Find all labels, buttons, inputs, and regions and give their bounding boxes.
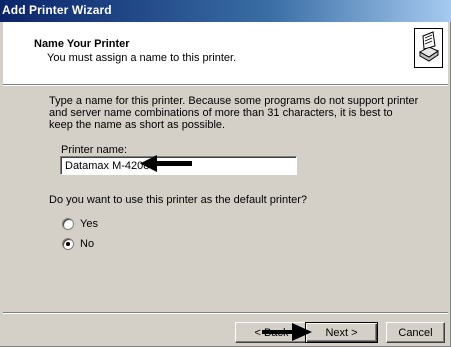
radio-no-label: No — [80, 238, 95, 250]
printer-wizard-icon — [414, 28, 443, 68]
page-title: Name Your Printer — [34, 38, 130, 50]
window-title: Add Printer Wizard — [2, 3, 112, 17]
header-divider-highlight — [3, 85, 448, 86]
add-printer-wizard-window: Add Printer Wizard Name Your Printer You… — [0, 0, 451, 347]
annotation-arrow — [140, 155, 192, 172]
radio-yes-label: Yes — [80, 218, 98, 230]
title-bar[interactable]: Add Printer Wizard — [0, 0, 451, 22]
radio-no-button[interactable] — [62, 238, 74, 250]
page-subtitle: You must assign a name to this printer. — [47, 52, 237, 64]
printer-name-label: Printer name: — [61, 144, 128, 156]
default-printer-question: Do you want to use this printer as the d… — [49, 194, 308, 206]
radio-no[interactable]: No — [62, 237, 94, 251]
radio-yes[interactable]: Yes — [62, 217, 98, 231]
radio-yes-button[interactable] — [62, 218, 74, 230]
next-button[interactable]: Next > — [305, 322, 378, 343]
cancel-button[interactable]: Cancel — [386, 322, 445, 343]
button-divider-highlight — [3, 313, 448, 314]
intro-text: Type a name for this printer. Because so… — [49, 95, 419, 131]
wizard-header: Name Your Printer You must assign a name… — [3, 22, 448, 84]
annotation-arrow-next — [262, 323, 312, 341]
